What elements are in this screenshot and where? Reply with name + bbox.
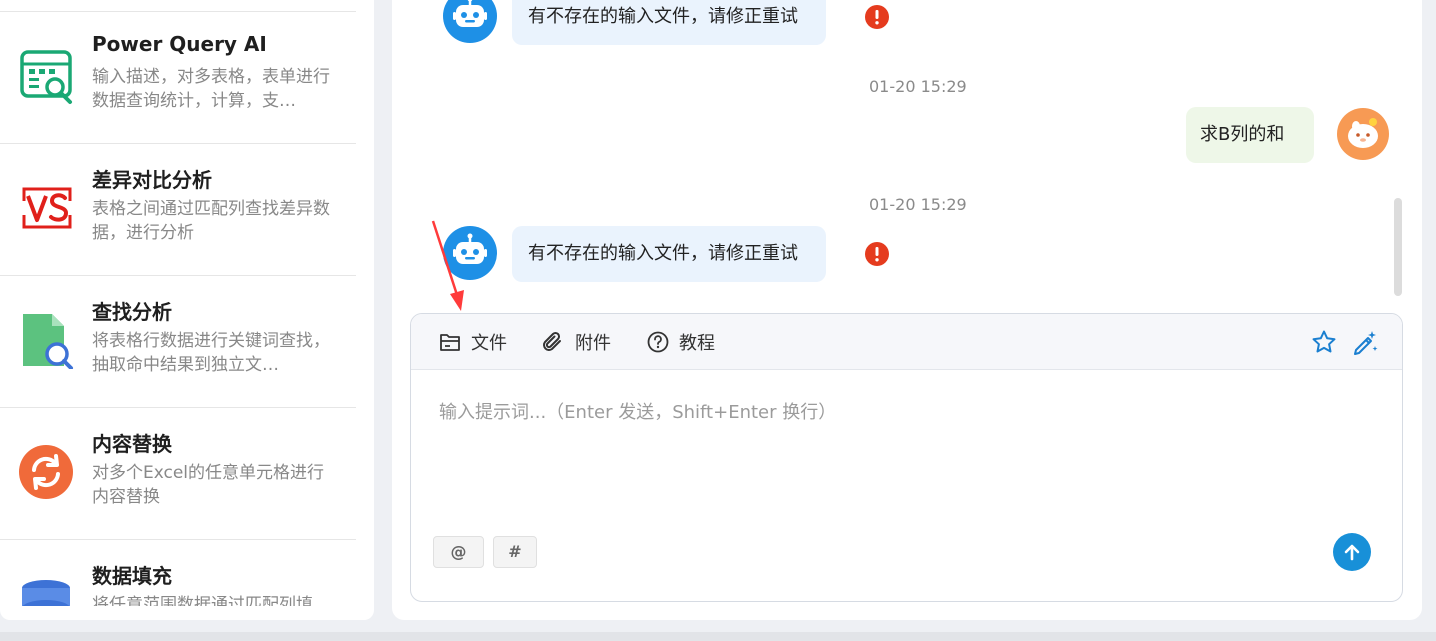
tool-card-title: 数据填充 — [92, 564, 172, 588]
window-bottom-edge — [0, 632, 1436, 641]
message-list[interactable]: 有不存在的输入文件，请修正重试 01-20 15:29 求B列的和 01-20 … — [392, 0, 1422, 300]
database-icon — [18, 580, 76, 606]
tool-card-power-query[interactable]: Power Query AI 输入描述，对多表格，表单进行数据查询统计，计算，支… — [0, 12, 356, 144]
refresh-icon — [18, 443, 76, 501]
message-composer: 文件 附件 教程 输入提示词...（Enter 发送，Shift+Enter 换… — [410, 313, 1403, 602]
tool-card-title: 差异对比分析 — [92, 168, 212, 192]
vs-icon — [18, 179, 76, 237]
star-icon[interactable] — [1311, 329, 1337, 355]
tool-sidebar: Power Query AI 输入描述，对多表格，表单进行数据查询统计，计算，支… — [0, 0, 374, 620]
paperclip-icon — [543, 331, 561, 351]
message-scrollbar[interactable] — [1394, 198, 1402, 296]
attachment-button-label: 附件 — [575, 333, 611, 354]
tool-card-title: 查找分析 — [92, 300, 172, 324]
tool-card-diff-analysis[interactable]: 差异对比分析 表格之间通过匹配列查找差异数据，进行分析 — [0, 144, 356, 276]
folder-icon — [440, 334, 460, 351]
bot-avatar-icon — [443, 0, 497, 43]
help-icon — [647, 331, 669, 353]
tool-card-desc: 对多个Excel的任意单元格进行内容替换 — [92, 463, 325, 507]
magic-edit-icon[interactable] — [1351, 329, 1378, 355]
tool-card-data-fill[interactable]: 数据填充 将任意范围数据通过匹配列填 — [0, 540, 356, 606]
prompt-input[interactable] — [425, 384, 1385, 514]
tool-card-content-replace[interactable]: 内容替换 对多个Excel的任意单元格进行内容替换 — [0, 408, 356, 540]
tutorial-button-label: 教程 — [679, 333, 715, 354]
bot-message-bubble: 有不存在的输入文件，请修正重试 — [512, 0, 826, 45]
attachment-button[interactable]: 附件 — [541, 328, 611, 356]
message-timestamp: 01-20 15:29 — [869, 195, 967, 214]
arrow-up-icon — [1344, 544, 1360, 561]
tool-card-desc: 将表格行数据进行关键词查找，抽取命中结果到独立文… — [92, 331, 330, 375]
user-avatar-icon[interactable] — [1337, 108, 1389, 160]
mention-chip[interactable]: @ — [433, 536, 484, 568]
tutorial-button[interactable]: 教程 — [647, 328, 715, 356]
chat-panel: 有不存在的输入文件，请修正重试 01-20 15:29 求B列的和 01-20 … — [392, 0, 1422, 620]
message-timestamp: 01-20 15:29 — [869, 77, 967, 96]
tool-card-desc: 输入描述，对多表格，表单进行数据查询统计，计算，支… — [92, 67, 330, 111]
send-button[interactable] — [1333, 533, 1371, 571]
file-button-label: 文件 — [471, 333, 507, 354]
table-search-icon — [18, 47, 76, 105]
tool-card-title: 内容替换 — [92, 432, 172, 456]
hashtag-chip[interactable]: # — [493, 536, 537, 568]
tool-card-desc: 将任意范围数据通过匹配列填 — [92, 595, 313, 606]
composer-toolbar: 文件 附件 教程 — [411, 314, 1402, 370]
user-message-bubble: 求B列的和 — [1186, 107, 1315, 163]
tool-card-search-analysis[interactable]: 查找分析 将表格行数据进行关键词查找，抽取命中结果到独立文… — [0, 276, 356, 408]
tool-card-title: Power Query AI — [92, 32, 267, 56]
error-icon — [865, 242, 889, 266]
annotation-arrow-icon — [431, 220, 464, 311]
bot-message-bubble: 有不存在的输入文件，请修正重试 — [512, 226, 826, 282]
error-icon — [865, 5, 889, 29]
file-search-icon — [18, 311, 76, 370]
file-button[interactable]: 文件 — [439, 328, 507, 356]
tool-card-desc: 表格之间通过匹配列查找差异数据，进行分析 — [92, 199, 330, 243]
